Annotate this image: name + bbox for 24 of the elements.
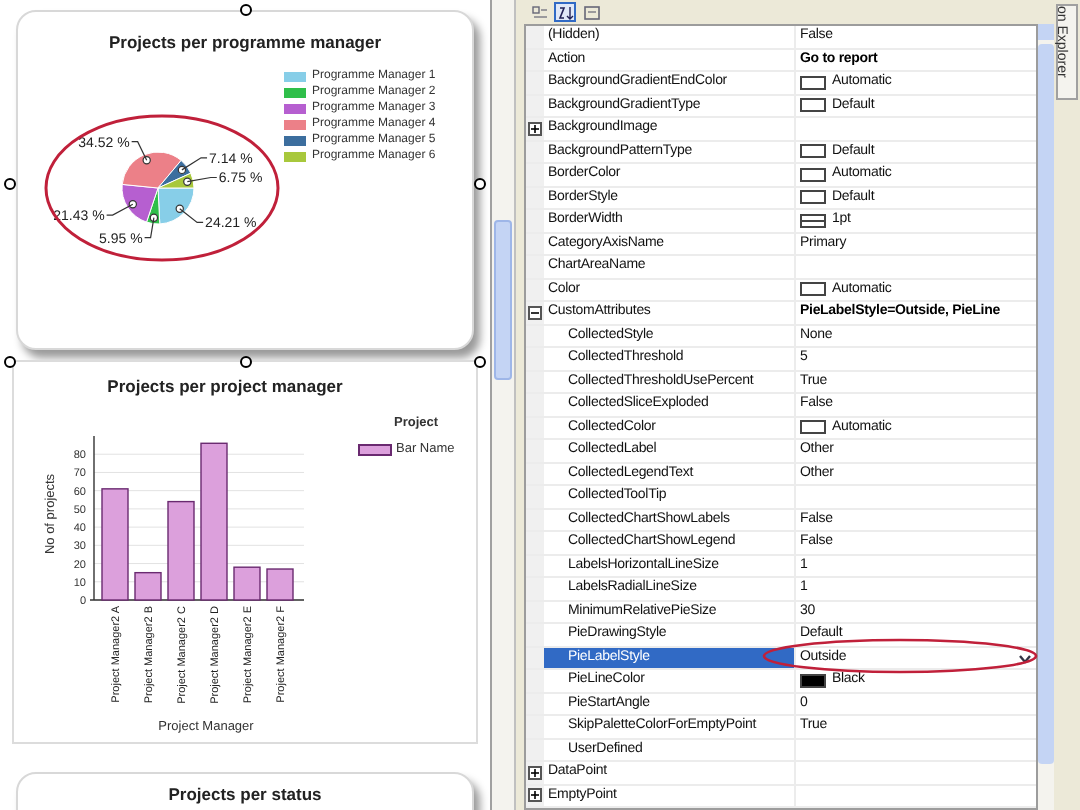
dropdown-caret-icon[interactable] — [1018, 651, 1032, 665]
resize-handle[interactable] — [240, 4, 252, 16]
bar — [233, 566, 261, 601]
leader-line — [106, 200, 137, 216]
line-width-icon — [800, 213, 826, 228]
chart-card[interactable] — [12, 360, 478, 744]
scrollbar[interactable] — [1038, 24, 1054, 810]
sort-icon[interactable] — [554, 2, 576, 22]
chart-title: Projects per programme manager — [106, 30, 384, 56]
bar — [167, 500, 195, 601]
resize-handle[interactable] — [4, 356, 16, 368]
resize-handle[interactable] — [474, 356, 486, 368]
chart-card[interactable]: Projects per status — [16, 772, 474, 810]
resize-handle[interactable] — [4, 178, 16, 190]
resize-handle[interactable] — [474, 178, 486, 190]
leader-line — [175, 204, 204, 224]
chart-title: Projects per project manager — [105, 374, 345, 400]
resize-handle[interactable] — [240, 356, 252, 368]
scrollbar[interactable] — [492, 0, 516, 810]
bar — [266, 568, 294, 601]
leader-line — [131, 141, 151, 165]
bar — [134, 571, 162, 601]
bar — [101, 488, 129, 601]
leader-line — [144, 213, 159, 239]
